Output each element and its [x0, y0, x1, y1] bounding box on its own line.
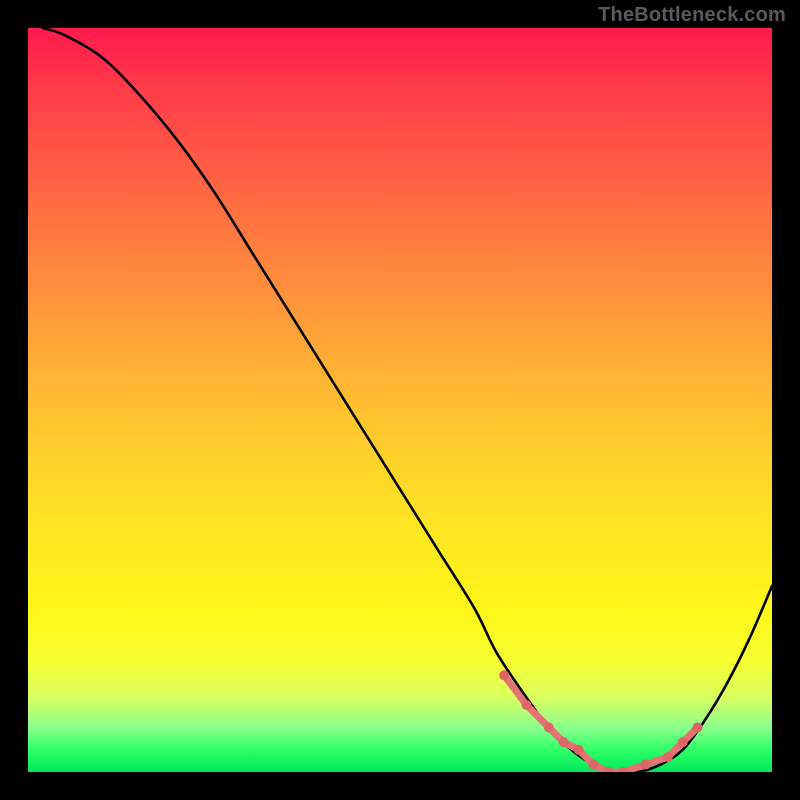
highlight-marker: [663, 752, 673, 762]
highlight-marker: [678, 737, 688, 747]
chart-frame: TheBottleneck.com: [0, 0, 800, 800]
chart-svg: [28, 28, 772, 772]
highlight-marker: [641, 760, 651, 770]
highlight-marker: [544, 722, 554, 732]
bottleneck-curve: [43, 28, 772, 772]
highlight-marker: [559, 737, 569, 747]
highlight-marker: [693, 722, 703, 732]
highlight-marker: [521, 700, 531, 710]
highlight-marker: [588, 760, 598, 770]
watermark-text: TheBottleneck.com: [598, 4, 786, 27]
highlight-marker: [574, 745, 584, 755]
chart-plot-area: [28, 28, 772, 772]
highlight-marker: [499, 670, 509, 680]
